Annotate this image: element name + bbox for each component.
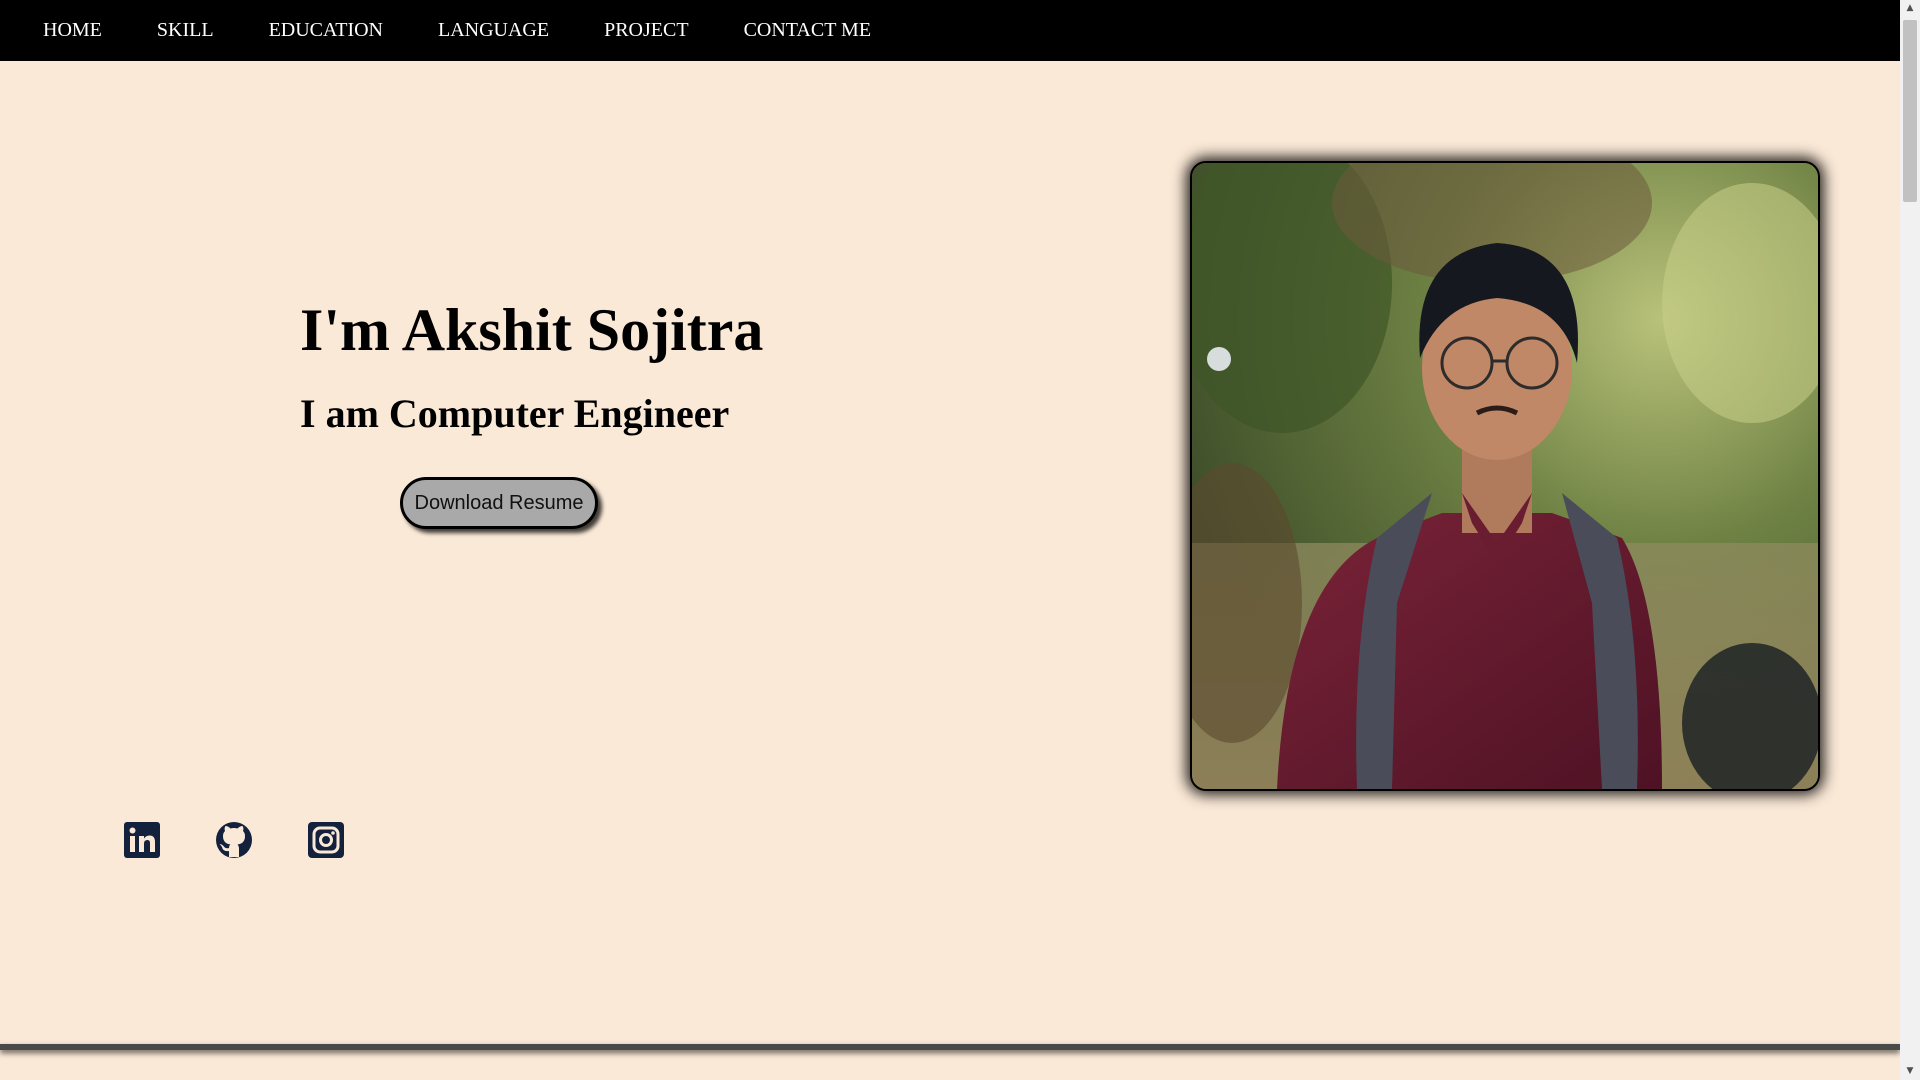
scroll-down-arrow-icon[interactable]: ▼ bbox=[1900, 1063, 1920, 1080]
download-resume-button[interactable]: Download Resume bbox=[400, 477, 598, 529]
hero-title: I'm Akshit Sojitra bbox=[300, 297, 764, 363]
section-divider bbox=[0, 1044, 1900, 1050]
nav-education[interactable]: EDUCATION bbox=[269, 19, 383, 42]
vertical-scrollbar[interactable]: ▲ ▼ bbox=[1900, 0, 1920, 1080]
linkedin-icon[interactable] bbox=[122, 820, 162, 860]
nav-language[interactable]: LANGUAGE bbox=[438, 19, 549, 42]
profile-photo bbox=[1190, 161, 1820, 791]
nav-skill[interactable]: SKILL bbox=[157, 19, 214, 42]
nav-project[interactable]: PROJECT bbox=[604, 19, 688, 42]
scrollbar-thumb[interactable] bbox=[1903, 20, 1917, 202]
nav-contact-me[interactable]: CONTACT ME bbox=[744, 19, 871, 42]
hero-subtitle: I am Computer Engineer bbox=[300, 391, 730, 436]
portfolio-page: HOME SKILL EDUCATION LANGUAGE PROJECT CO… bbox=[0, 0, 1900, 1080]
social-links bbox=[122, 820, 398, 860]
github-icon[interactable] bbox=[214, 820, 254, 860]
scroll-up-arrow-icon[interactable]: ▲ bbox=[1900, 0, 1920, 17]
profile-photo-image bbox=[1192, 163, 1818, 789]
nav-home[interactable]: HOME bbox=[43, 19, 102, 42]
instagram-icon[interactable] bbox=[306, 820, 346, 860]
top-navbar: HOME SKILL EDUCATION LANGUAGE PROJECT CO… bbox=[0, 0, 1900, 61]
